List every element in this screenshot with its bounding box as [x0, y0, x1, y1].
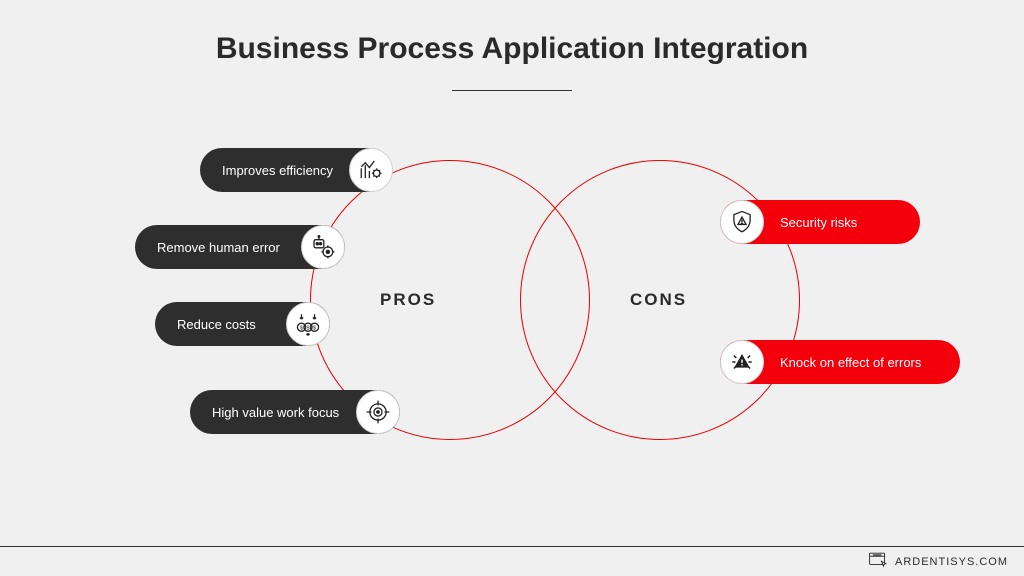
pro-item-human-error: Remove human error: [135, 225, 345, 269]
cons-label: CONS: [630, 290, 687, 310]
con-label: Knock on effect of errors: [764, 355, 937, 370]
pro-item-efficiency: Improves efficiency: [200, 148, 390, 192]
con-item-knock-on: Knock on effect of errors: [720, 340, 960, 384]
pro-item-focus: High value work focus: [190, 390, 400, 434]
pro-label: High value work focus: [196, 405, 355, 420]
pro-item-costs: Reduce costs $ $ $: [155, 302, 330, 346]
pros-label: PROS: [380, 290, 436, 310]
con-item-security: Security risks: [720, 200, 920, 244]
footer: ARDENTISYS.COM: [0, 546, 1024, 576]
chart-gear-icon: [349, 148, 393, 192]
warning-rays-icon: [720, 340, 764, 384]
shield-alert-icon: [720, 200, 764, 244]
page-title: Business Process Application Integration: [0, 0, 1024, 66]
robot-target-icon: [301, 225, 345, 269]
pro-label: Improves efficiency: [206, 163, 349, 178]
venn-canvas: PROS CONS Improves efficiency Remove hum…: [0, 130, 1024, 530]
footer-text: ARDENTISYS.COM: [895, 556, 1008, 568]
crosshair-icon: [356, 390, 400, 434]
pro-label: Remove human error: [141, 240, 296, 255]
browser-cursor-icon: [869, 552, 889, 571]
title-divider: [452, 90, 572, 91]
pro-label: Reduce costs: [161, 317, 272, 332]
dollars-down-icon: $ $ $: [286, 302, 330, 346]
con-label: Security risks: [764, 215, 873, 230]
